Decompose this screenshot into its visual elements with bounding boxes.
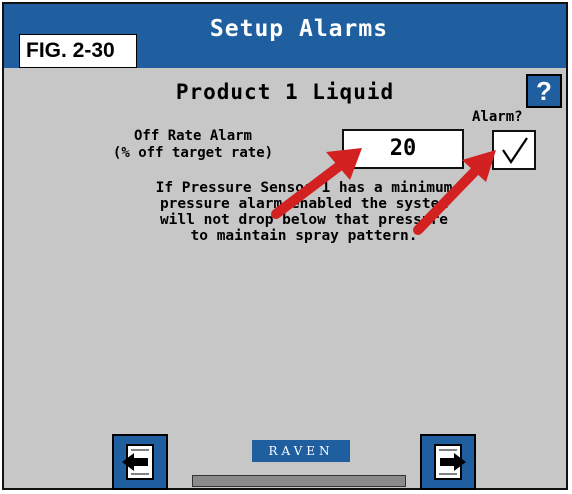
page-forward-icon [434,444,466,480]
page-subtitle: Product 1 Liquid [175,80,395,104]
info-line: pressure alarm enabled the system [159,196,449,212]
alarm-checkbox[interactable] [492,130,536,170]
checkmark-icon [502,137,528,164]
off-rate-label-line2: (% off target rate) [112,145,274,161]
info-line: will not drop below that pressure [159,212,449,228]
page-scrollbar[interactable] [192,475,406,487]
next-page-button[interactable] [420,434,476,490]
page-back-icon [122,444,154,480]
screen-frame: Setup Alarms Product 1 Liquid ? Alarm? O… [2,2,568,490]
alarm-column-header: Alarm? [472,109,523,125]
info-line: If Pressure Sensor 1 has a minimum [155,180,453,196]
pressure-info-text: If Pressure Sensor 1 has a minimum press… [44,180,564,244]
off-rate-alarm-label: Off Rate Alarm (% off target rate) [54,128,332,162]
figure-label: FIG. 2-30 [19,34,137,68]
off-rate-label-line1: Off Rate Alarm [133,128,252,144]
off-rate-alarm-input[interactable]: 20 [342,129,464,169]
previous-page-button[interactable] [112,434,168,490]
help-button[interactable]: ? [526,74,562,108]
info-line: to maintain spray pattern. [190,228,418,244]
raven-logo: RAVEN [252,440,350,462]
